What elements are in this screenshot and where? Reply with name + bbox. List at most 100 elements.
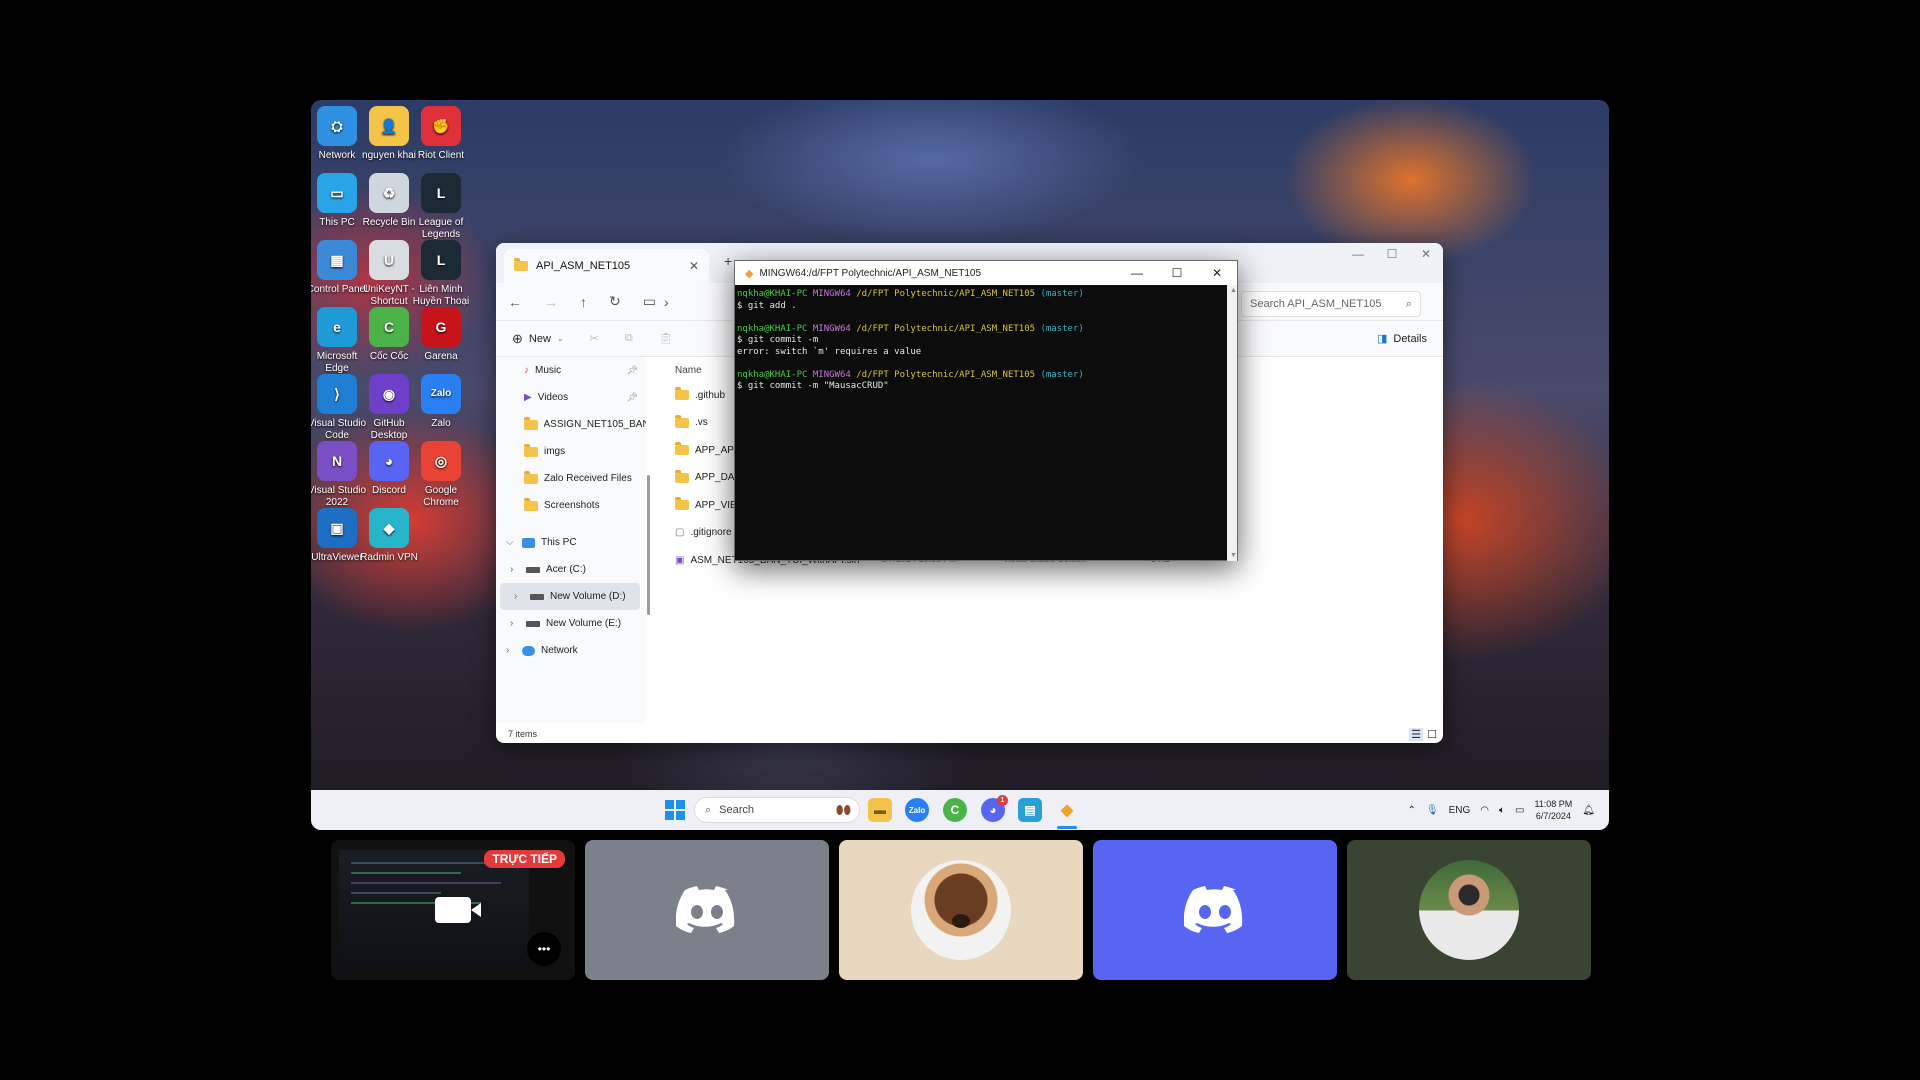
command-line: $ git add . — [737, 300, 797, 311]
back-icon[interactable]: ← — [508, 294, 522, 310]
desktop-icon[interactable]: Zalo Zalo — [409, 374, 473, 430]
terminal-scrollbar[interactable]: ▲ ▼ — [1227, 285, 1237, 561]
app-icon: L — [421, 240, 461, 280]
video-camera-icon — [435, 897, 481, 923]
prompt-branch: (master) — [1040, 289, 1084, 299]
file-row[interactable]: .vs — [675, 413, 708, 433]
terminal-output[interactable]: nqkha@KHAI-PC MINGW64 /d/FPT Polytechnic… — [735, 285, 1237, 397]
desktop-icon[interactable]: G Garena — [409, 307, 473, 363]
clock-time: 11:08 PM — [1534, 799, 1573, 809]
desktop-icon[interactable]: L League of Legends — [409, 173, 473, 241]
app-icon: ✊ — [421, 106, 461, 146]
discord-taskbar-icon[interactable]: ◕ 1 — [981, 795, 1008, 822]
app-icon: ♻ — [369, 173, 409, 213]
explorer-tab[interactable]: API_ASM_NET105 ✕ — [504, 249, 709, 283]
sidebar-item[interactable]: ASSIGN_NET105_BAN — [496, 411, 646, 438]
copy-icon[interactable]: ⧉ — [625, 332, 633, 345]
prompt-path: /d/FPT Polytechnic/API_ASM_NET105 — [856, 289, 1036, 299]
microphone-icon[interactable]: 🎙︎ — [1426, 805, 1439, 816]
navigation-scrollbar[interactable] — [646, 357, 652, 723]
git-bash-icon: ◆ — [745, 267, 754, 280]
participant-tile-1[interactable] — [585, 840, 829, 980]
minimize-icon[interactable]: — — [1341, 243, 1375, 265]
desktop-icon[interactable]: ◎ Google Chrome — [409, 441, 473, 509]
sidebar-item[interactable]: imgs — [496, 438, 646, 465]
close-icon[interactable]: ✕ — [1409, 243, 1443, 265]
file-row[interactable]: APP_API — [675, 440, 737, 460]
expand-chevron-icon[interactable]: › — [514, 591, 524, 602]
maximize-icon[interactable]: ☐ — [1375, 243, 1409, 265]
tree-item[interactable]: ⌵ This PC — [496, 529, 646, 556]
refresh-icon[interactable]: ↻ — [609, 293, 621, 310]
terminal-title-bar[interactable]: ◆ MINGW64:/d/FPT Polytechnic/API_ASM_NET… — [735, 261, 1237, 285]
taskbar-search-input[interactable]: Search — [719, 804, 754, 816]
tiles-view-icon[interactable]: ☐ — [1427, 728, 1437, 741]
sidebar-item[interactable]: Zalo Received Files — [496, 465, 646, 492]
expand-chevron-icon[interactable]: › — [510, 564, 520, 575]
clock[interactable]: 11:08 PM 6/7/2024 — [1534, 798, 1572, 822]
search-highlight-icon: ⬮⬮ — [835, 802, 851, 817]
details-view-icon[interactable]: ☰ — [1409, 728, 1424, 741]
chevron-up-icon[interactable]: ⌃ — [1407, 805, 1415, 816]
new-button[interactable]: ⊕ New ⌄ — [512, 331, 564, 347]
battery-icon[interactable]: ▭ — [1515, 805, 1524, 816]
prompt-env: MINGW64 — [812, 369, 851, 380]
tree-item[interactable]: › Acer (C:) — [496, 556, 646, 583]
sidebar-item[interactable]: ▶ Videos 📌︎ — [496, 384, 646, 411]
cut-icon[interactable]: ✂ — [590, 332, 599, 345]
expand-chevron-icon[interactable]: ⌵ — [506, 537, 516, 548]
participant-tile-3[interactable] — [1093, 840, 1337, 980]
more-options-button[interactable]: ••• — [527, 932, 561, 966]
desktop-icon[interactable]: ✊ Riot Client — [409, 106, 473, 162]
expand-chevron-icon[interactable]: › — [506, 645, 516, 656]
user-avatar — [1419, 860, 1519, 960]
file-name: .gitignore — [690, 527, 732, 538]
explorer-search-input[interactable]: Search API_ASM_NET105 — [1250, 298, 1381, 310]
close-tab-icon[interactable]: ✕ — [689, 259, 699, 273]
app-icon: ▦ — [317, 240, 357, 280]
tree-item-label: This PC — [541, 537, 577, 548]
volume-icon[interactable]: 🔈︎ — [1499, 805, 1505, 816]
wifi-icon[interactable]: ◠ — [1480, 805, 1489, 816]
notepad-taskbar-icon[interactable]: ▤ — [1018, 798, 1042, 822]
explorer-search-box[interactable]: Search API_ASM_NET105 ⌕ — [1241, 291, 1421, 317]
desktop-icon-label: League of Legends — [418, 217, 464, 240]
sidebar-item[interactable]: ♪ Music 📌︎ — [496, 357, 646, 384]
terminal-minimize-icon[interactable]: — — [1117, 261, 1157, 285]
desktop-icon[interactable]: ◆ Radmin VPN — [357, 508, 421, 564]
participant-tile-2[interactable] — [839, 840, 1083, 980]
file-row[interactable]: ▢ .gitignore — [675, 523, 732, 543]
app-icon: ◎ — [421, 441, 461, 481]
details-button[interactable]: ◨ Details — [1377, 332, 1427, 346]
up-icon[interactable]: ↑ — [580, 294, 587, 310]
pc-icon — [522, 537, 535, 548]
git-bash-taskbar-icon[interactable]: ◆ — [1055, 798, 1079, 822]
start-button[interactable] — [663, 798, 687, 822]
paste-icon[interactable]: 📋︎ — [659, 332, 673, 345]
search-icon: ⌕ — [705, 803, 712, 816]
column-header-name[interactable]: Name — [675, 365, 702, 376]
file-row[interactable]: .github — [675, 385, 725, 405]
expand-chevron-icon[interactable]: › — [510, 618, 520, 629]
sidebar-item[interactable]: Screenshots — [496, 492, 646, 519]
participant-tile-4[interactable] — [1347, 840, 1591, 980]
folder-icon — [524, 497, 538, 511]
terminal-close-icon[interactable]: ✕ — [1197, 261, 1237, 285]
zalo-taskbar-icon[interactable]: Zalo — [905, 798, 929, 822]
tree-item[interactable]: › New Volume (D:) — [500, 583, 640, 610]
tree-item[interactable]: › Network — [496, 637, 646, 664]
terminal-maximize-icon[interactable]: ☐ — [1157, 261, 1197, 285]
forward-icon[interactable]: → — [544, 294, 558, 310]
git-bash-terminal[interactable]: ◆ MINGW64:/d/FPT Polytechnic/API_ASM_NET… — [734, 260, 1238, 561]
coccoc-taskbar-icon[interactable]: C — [943, 798, 967, 822]
discord-avatar-icon — [657, 860, 757, 960]
screen-share-tile[interactable]: TRỰC TIẾP ••• — [331, 840, 575, 980]
new-tab-button[interactable]: + — [724, 253, 732, 269]
file-explorer-taskbar-icon[interactable]: ▬ — [868, 798, 892, 822]
monitor-icon: ▭ — [642, 293, 656, 309]
desktop-icon[interactable]: L Liên Minh Huyền Thoại — [409, 240, 473, 308]
notification-icon[interactable]: 🔔︎ — [1582, 805, 1595, 816]
language-indicator[interactable]: ENG — [1449, 805, 1471, 816]
tree-item[interactable]: › New Volume (E:) — [496, 610, 646, 637]
taskbar-search[interactable]: ⌕ Search ⬮⬮ — [694, 797, 860, 823]
